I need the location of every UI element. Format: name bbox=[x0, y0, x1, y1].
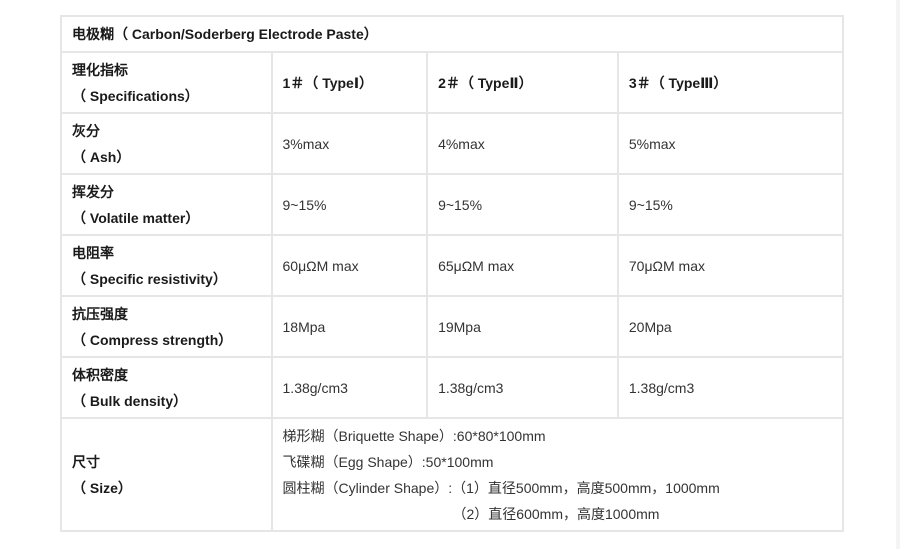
table-row-ash: 灰分 （ Ash） 3%max 4%max 5%max bbox=[60, 112, 845, 175]
size-values-cell: 梯形糊（Briquette Shape）:60*80*100mm 飞碟糊（Egg… bbox=[270, 417, 845, 532]
electrode-paste-spec-table: 电极糊（ Carbon/Soderberg Electrode Paste） 理… bbox=[60, 15, 845, 532]
row-label-cell: 体积密度 （ Bulk density） bbox=[60, 356, 273, 419]
header-label-cn: 理化指标 bbox=[72, 61, 128, 78]
header-type-2: 2＃（ TypeⅡ） bbox=[426, 51, 619, 114]
size-cylinder-1: 圆柱糊（Cylinder Shape）:（1）直径500mm，高度500mm，1… bbox=[282, 479, 720, 496]
value-type-2: 4%max bbox=[426, 112, 619, 175]
row-label-cn: 体积密度 bbox=[72, 366, 128, 383]
row-label-en: （ Ash） bbox=[72, 148, 131, 165]
row-label-cn: 尺寸 bbox=[72, 453, 100, 470]
page-scroll-edge bbox=[896, 0, 900, 549]
header-type-3: 3＃（ TypeⅢ） bbox=[616, 51, 845, 114]
header-label-cell: 理化指标 （ Specifications） bbox=[60, 51, 273, 114]
value-type-1: 18Mpa bbox=[270, 295, 429, 358]
row-label-cn: 灰分 bbox=[72, 122, 100, 139]
row-label-cell: 抗压强度 （ Compress strength） bbox=[60, 295, 273, 358]
table-row-compress-strength: 抗压强度 （ Compress strength） 18Mpa 19Mpa 20… bbox=[60, 295, 845, 358]
value-type-3: 5%max bbox=[616, 112, 845, 175]
value-type-1: 60μΩM max bbox=[270, 234, 429, 297]
value-type-2: 65μΩM max bbox=[426, 234, 619, 297]
row-label-cell: 电阻率 （ Specific resistivity） bbox=[60, 234, 273, 297]
row-label-cn: 抗压强度 bbox=[72, 305, 128, 322]
value-type-3: 20Mpa bbox=[616, 295, 845, 358]
row-label-en: （ Specific resistivity） bbox=[72, 270, 227, 287]
value-type-1: 9~15% bbox=[270, 173, 429, 236]
table-row-bulk-density: 体积密度 （ Bulk density） 1.38g/cm3 1.38g/cm3… bbox=[60, 356, 845, 419]
row-label-cn: 挥发分 bbox=[72, 183, 114, 200]
size-egg: 飞碟糊（Egg Shape）:50*100mm bbox=[282, 453, 494, 470]
table-header-row: 理化指标 （ Specifications） 1＃（ TypeⅠ） 2＃（ Ty… bbox=[60, 51, 845, 114]
value-type-2: 9~15% bbox=[426, 173, 619, 236]
table-row-specific-resistivity: 电阻率 （ Specific resistivity） 60μΩM max 65… bbox=[60, 234, 845, 297]
row-label-en: （ Volatile matter） bbox=[72, 209, 200, 226]
size-cylinder-2: （2）直径600mm，高度1000mm bbox=[452, 505, 660, 522]
header-type-1: 1＃（ TypeⅠ） bbox=[270, 51, 429, 114]
row-label-en: （ Bulk density） bbox=[72, 392, 188, 409]
row-label-en: （ Compress strength） bbox=[72, 331, 233, 348]
table-row-size: 尺寸 （ Size） 梯形糊（Briquette Shape）:60*80*10… bbox=[60, 417, 845, 532]
size-briquette: 梯形糊（Briquette Shape）:60*80*100mm bbox=[282, 427, 546, 444]
row-label-cn: 电阻率 bbox=[72, 244, 114, 261]
header-label-en: （ Specifications） bbox=[72, 87, 199, 104]
value-type-2: 1.38g/cm3 bbox=[426, 356, 619, 419]
table-title: 电极糊（ Carbon/Soderberg Electrode Paste） bbox=[60, 15, 844, 53]
value-type-3: 70μΩM max bbox=[616, 234, 845, 297]
value-type-2: 19Mpa bbox=[426, 295, 619, 358]
table-row-volatile-matter: 挥发分 （ Volatile matter） 9~15% 9~15% 9~15% bbox=[60, 173, 845, 236]
row-label-cell: 挥发分 （ Volatile matter） bbox=[60, 173, 273, 236]
value-type-1: 1.38g/cm3 bbox=[270, 356, 429, 419]
value-type-3: 1.38g/cm3 bbox=[616, 356, 845, 419]
value-type-3: 9~15% bbox=[616, 173, 845, 236]
row-label-cell: 灰分 （ Ash） bbox=[60, 112, 273, 175]
table-title-row: 电极糊（ Carbon/Soderberg Electrode Paste） bbox=[60, 15, 844, 53]
row-label-cell: 尺寸 （ Size） bbox=[60, 417, 273, 532]
value-type-1: 3%max bbox=[270, 112, 429, 175]
row-label-en: （ Size） bbox=[72, 479, 132, 496]
